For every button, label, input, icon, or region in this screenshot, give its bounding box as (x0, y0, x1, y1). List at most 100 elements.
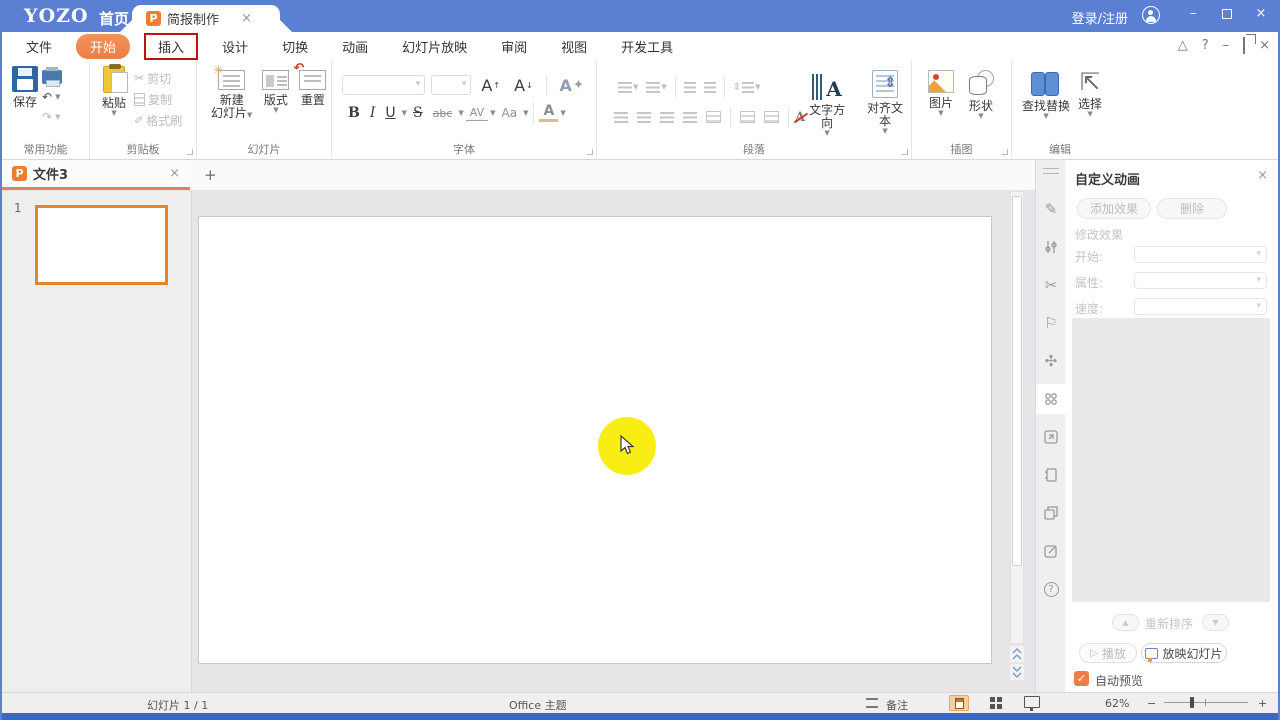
text-effects-button[interactable]: A (795, 110, 805, 125)
text-direction-button[interactable]: A 文字方向 ▼ (805, 70, 849, 136)
slide-page[interactable] (198, 216, 992, 664)
save-button[interactable]: 保存 (12, 66, 38, 126)
change-case-button[interactable]: Aa (498, 105, 522, 121)
collapse-ribbon-icon[interactable]: △ (1178, 38, 1188, 53)
font-dialog-launcher[interactable] (587, 149, 593, 155)
property-dropdown[interactable] (1134, 272, 1267, 289)
distribute-button[interactable] (703, 109, 724, 125)
strikethrough-button[interactable]: S (409, 104, 427, 122)
vertical-scrollbar[interactable] (1010, 191, 1024, 644)
doc-restore-icon[interactable] (1243, 38, 1245, 53)
help-icon[interactable]: ? (1202, 38, 1209, 53)
start-dropdown[interactable] (1134, 246, 1267, 263)
reorder-down-button[interactable]: ▼ (1202, 614, 1229, 631)
font-name-combobox[interactable] (342, 75, 425, 95)
help-panel-icon[interactable]: ? (1036, 574, 1066, 604)
zoom-slider-thumb[interactable] (1190, 697, 1194, 708)
menu-review[interactable]: 审阅 (491, 34, 537, 59)
zoom-slider-track[interactable] (1164, 702, 1248, 703)
login-register-link[interactable]: 登录/注册 (1072, 8, 1128, 27)
increase-indent-button[interactable] (701, 80, 719, 95)
line-spacing-button[interactable]: ⇕▼ (730, 80, 764, 95)
menu-slideshow[interactable]: 幻灯片放映 (392, 34, 477, 59)
tools-crossed-icon[interactable]: ✂ (1036, 270, 1066, 300)
delete-effect-button[interactable]: 删除 (1157, 198, 1227, 219)
user-icon[interactable] (1142, 6, 1160, 24)
layout-button[interactable]: 版式 ▼ (262, 70, 289, 120)
normal-view-button[interactable] (949, 695, 969, 711)
cut-button[interactable]: ✂ 剪切 (134, 69, 182, 87)
decrease-indent-button[interactable] (681, 80, 699, 95)
notes-split-icon[interactable] (866, 698, 878, 708)
format-painter-button[interactable]: ✐ 格式刷 (134, 111, 182, 129)
align-center-button[interactable] (634, 110, 654, 125)
copy-pages-icon[interactable] (1036, 498, 1066, 528)
next-slide-button[interactable] (1010, 664, 1024, 680)
adjust-sliders-icon[interactable] (1036, 232, 1066, 262)
new-document-tab-button[interactable]: + (204, 166, 217, 184)
shapes-button[interactable]: 形状 ▼ (968, 70, 994, 119)
font-size-combobox[interactable] (431, 75, 471, 95)
animation-effect-list[interactable] (1072, 318, 1270, 602)
print-icon[interactable] (42, 70, 62, 84)
justify-button[interactable] (680, 110, 700, 125)
menu-design[interactable]: 设计 (212, 34, 258, 59)
illustration-dialog-launcher[interactable] (1002, 149, 1008, 155)
columns-button[interactable] (737, 109, 758, 125)
new-slide-button[interactable]: ✳ 新建幻灯片▼ (211, 70, 252, 120)
align-text-button[interactable]: 对齐文本 ▼ (863, 70, 907, 136)
bullet-list-button[interactable]: ▼ (615, 80, 641, 95)
char-spacing-button[interactable]: AV (466, 105, 488, 121)
picture-button[interactable]: 图片 ▼ (928, 70, 954, 119)
find-replace-button[interactable]: 查找替换 ▼ (1022, 70, 1070, 119)
window-minimize-icon[interactable]: – (1186, 6, 1200, 23)
zoom-out-button[interactable]: − (1147, 697, 1156, 710)
slide-thumbnail[interactable] (35, 205, 168, 285)
paragraph-dialog-launcher[interactable] (902, 149, 908, 155)
menu-view[interactable]: 视图 (551, 34, 597, 59)
menu-file[interactable]: 文件 (16, 34, 62, 59)
menu-insert[interactable]: 插入 (144, 33, 198, 60)
increase-font-button[interactable]: A↑ (477, 75, 504, 96)
app-document-tab[interactable]: P 简报制作 × (132, 5, 280, 32)
menu-home[interactable]: 开始 (76, 34, 130, 59)
auto-preview-checkbox[interactable]: ✓ (1074, 671, 1089, 686)
document-tab-active[interactable]: P 文件3 × (2, 160, 190, 190)
undo-button[interactable]: ↶ ▼ (42, 88, 62, 106)
copy-button[interactable]: 复制 (134, 90, 182, 108)
notebook-icon[interactable] (1036, 460, 1066, 490)
image-export-icon[interactable] (1036, 422, 1066, 452)
italic-button[interactable]: I (366, 104, 380, 122)
slide-sorter-view-button[interactable] (990, 697, 1002, 709)
select-button[interactable]: ⇱ 选择 ▼ (1078, 70, 1102, 119)
doc-minimize-icon[interactable]: – (1223, 38, 1230, 53)
window-maximize-icon[interactable] (1220, 6, 1234, 23)
clipboard-dialog-launcher[interactable] (187, 149, 193, 155)
animation-apps-icon[interactable] (1036, 384, 1066, 414)
decrease-font-button[interactable]: A↓ (510, 75, 537, 96)
app-tab-close-icon[interactable]: × (241, 11, 252, 26)
notes-toggle[interactable]: 备注 (886, 697, 908, 713)
rotate-text-button[interactable] (761, 109, 782, 125)
align-left-button[interactable] (611, 110, 631, 125)
previous-slide-button[interactable] (1010, 646, 1024, 662)
menu-devtools[interactable]: 开发工具 (611, 34, 683, 59)
edit-pen-icon[interactable]: ✎ (1036, 194, 1066, 224)
window-close-icon[interactable]: × (1254, 6, 1268, 23)
slideshow-view-button[interactable] (1024, 696, 1040, 708)
numbered-list-button[interactable]: ▼ (643, 80, 669, 95)
clear-format-button[interactable]: A✦ (555, 75, 588, 96)
play-button[interactable]: ▷播放 (1079, 643, 1137, 663)
scrollbar-thumb[interactable] (1012, 196, 1022, 566)
zoom-in-button[interactable]: + (1258, 697, 1267, 710)
reset-button[interactable]: ↶ 重置 (299, 70, 326, 120)
underline-button[interactable]: U (381, 104, 399, 122)
strike-abc-button[interactable]: abc (429, 106, 457, 121)
speed-dropdown[interactable] (1134, 298, 1267, 315)
document-tab-close-icon[interactable]: × (169, 166, 180, 181)
panel-drag-handle[interactable] (1043, 168, 1059, 174)
bold-button[interactable]: B (344, 104, 364, 122)
menu-animation[interactable]: 动画 (332, 34, 378, 59)
doc-close-icon[interactable]: × (1259, 38, 1270, 53)
show-slides-button[interactable]: 放映幻灯片 (1141, 643, 1227, 663)
